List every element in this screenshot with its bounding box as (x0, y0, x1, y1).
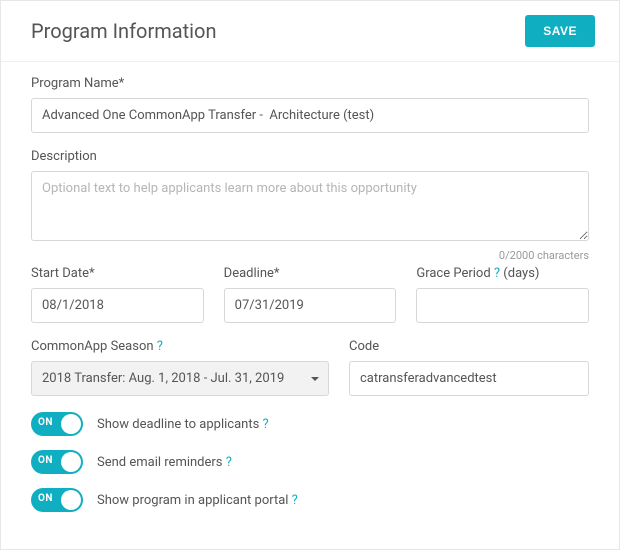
card-body: Program Name* Description 0/2000 charact… (1, 62, 619, 546)
show-deadline-toggle-row: ON Show deadline to applicants ? (31, 412, 589, 436)
code-input[interactable] (349, 361, 589, 396)
season-label: CommonApp Season ? (31, 339, 329, 354)
program-name-label: Program Name* (31, 76, 589, 91)
description-group: Description 0/2000 characters (31, 149, 589, 262)
email-reminders-toggle[interactable]: ON (31, 450, 83, 474)
grace-input[interactable] (416, 288, 589, 323)
season-row: CommonApp Season ? 2018 Transfer: Aug. 1… (31, 339, 589, 396)
toggle-on-label: ON (38, 417, 53, 428)
code-group: Code (349, 339, 589, 396)
deadline-group: Deadline* (224, 266, 397, 323)
deadline-input[interactable] (224, 288, 397, 323)
grace-group: Grace Period ? (days) (416, 266, 589, 323)
page-title: Program Information (31, 19, 217, 43)
season-dropdown-wrap: 2018 Transfer: Aug. 1, 2018 - Jul. 31, 2… (31, 361, 329, 396)
code-label: Code (349, 339, 589, 354)
description-label: Description (31, 149, 589, 164)
toggle-knob-icon (61, 414, 81, 434)
toggle-knob-icon (61, 490, 81, 510)
show-portal-label: Show program in applicant portal ? (97, 493, 298, 508)
program-name-group: Program Name* (31, 76, 589, 133)
start-date-group: Start Date* (31, 266, 204, 323)
start-date-input[interactable] (31, 288, 204, 323)
program-info-card: Program Information SAVE Program Name* D… (0, 0, 620, 550)
toggle-on-label: ON (38, 493, 53, 504)
email-reminders-label: Send email reminders ? (97, 455, 232, 470)
show-portal-toggle[interactable]: ON (31, 488, 83, 512)
start-date-label: Start Date* (31, 266, 204, 281)
show-deadline-label: Show deadline to applicants ? (97, 417, 269, 432)
char-count: 0/2000 characters (31, 249, 589, 262)
season-group: CommonApp Season ? 2018 Transfer: Aug. 1… (31, 339, 329, 396)
toggle-knob-icon (61, 452, 81, 472)
show-portal-toggle-row: ON Show program in applicant portal ? (31, 488, 589, 512)
card-header: Program Information SAVE (1, 1, 619, 62)
email-reminders-toggle-row: ON Send email reminders ? (31, 450, 589, 474)
season-dropdown[interactable]: 2018 Transfer: Aug. 1, 2018 - Jul. 31, 2… (31, 361, 329, 396)
program-name-input[interactable] (31, 98, 589, 133)
deadline-label: Deadline* (224, 266, 397, 281)
show-deadline-toggle[interactable]: ON (31, 412, 83, 436)
description-textarea[interactable] (31, 171, 589, 241)
email-reminders-help-icon[interactable]: ? (226, 455, 232, 470)
show-portal-help-icon[interactable]: ? (292, 493, 298, 508)
grace-label: Grace Period ? (days) (416, 266, 589, 281)
season-help-icon[interactable]: ? (157, 339, 163, 354)
dates-row: Start Date* Deadline* Grace Period ? (da… (31, 266, 589, 323)
save-button[interactable]: SAVE (525, 15, 595, 47)
show-deadline-help-icon[interactable]: ? (263, 417, 269, 432)
toggle-on-label: ON (38, 455, 53, 466)
toggles-section: ON Show deadline to applicants ? ON Send… (31, 412, 589, 512)
